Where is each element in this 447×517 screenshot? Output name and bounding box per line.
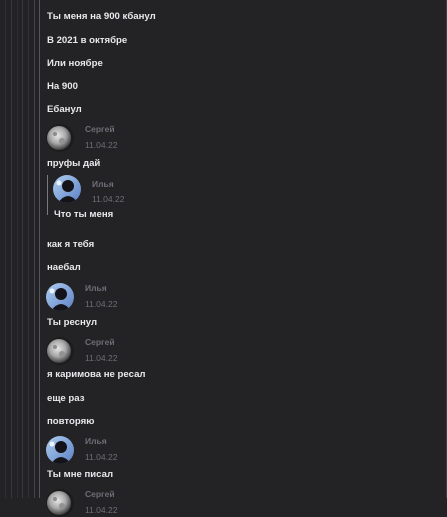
message-text: повторяю [47, 416, 95, 427]
moon-avatar-icon[interactable] [46, 337, 74, 365]
message-text: На 900 [47, 81, 78, 92]
post-date: 11.04.22 [85, 140, 118, 150]
author-name[interactable]: Сергей [85, 124, 115, 134]
author-name[interactable]: Сергей [85, 337, 115, 347]
post-date: 11.04.22 [85, 452, 118, 462]
post-date: 11.04.22 [85, 353, 118, 363]
message-text: В 2021 в октябре [47, 35, 128, 46]
message-text: я каримова не ресал [47, 369, 146, 380]
thread-rails [0, 0, 44, 498]
moon-avatar-icon[interactable] [46, 124, 74, 152]
author-name[interactable]: Илья [85, 436, 107, 446]
quoted-message: Илья 11.04.22 Что ты меня [47, 173, 157, 223]
message-text: Или ноябре [47, 58, 103, 69]
message-text: как я тебя [47, 239, 95, 250]
post-date: 11.04.22 [85, 299, 118, 309]
message-text: Ты мне писал [47, 469, 114, 480]
person-avatar-icon[interactable] [46, 283, 74, 311]
post-date: 11.04.22 [92, 194, 125, 204]
quote-text: Что ты меня [54, 209, 114, 220]
post-date: 11.04.22 [85, 505, 118, 515]
author-name[interactable]: Илья [85, 283, 107, 293]
message-text: Ебанул [47, 104, 82, 115]
moon-avatar-icon[interactable] [46, 489, 74, 517]
message-text: еще раз [47, 393, 85, 404]
author-name[interactable]: Илья [92, 179, 114, 189]
message-text: Ты реснул [47, 317, 98, 328]
person-avatar-icon[interactable] [53, 175, 81, 203]
message-text: Ты меня на 900 кбанул [47, 11, 156, 22]
message-text: наебал [47, 262, 81, 273]
person-avatar-icon[interactable] [46, 436, 74, 464]
message-text: пруфы дай [47, 158, 101, 169]
quote-bar [47, 175, 48, 215]
